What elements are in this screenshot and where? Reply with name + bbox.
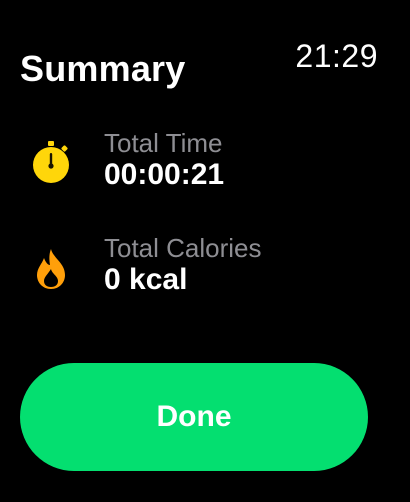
metric-label: Total Time — [104, 128, 223, 158]
metric-total-time: Total Time 00:00:21 — [0, 128, 410, 198]
flame-icon — [29, 247, 73, 291]
metric-value: 0 kcal — [104, 263, 188, 296]
metric-label: Total Calories — [104, 233, 262, 263]
metric-value: 00:00:21 — [104, 158, 225, 191]
summary-screen: 21:29 Summary Total Time 00:00:21 Total … — [0, 0, 410, 502]
metric-total-calories: Total Calories 0 kcal — [0, 233, 410, 303]
done-button[interactable]: Done — [20, 363, 368, 471]
stopwatch-icon — [29, 140, 73, 184]
page-title: Summary — [20, 48, 186, 89]
clock-time: 21:29 — [295, 38, 378, 74]
